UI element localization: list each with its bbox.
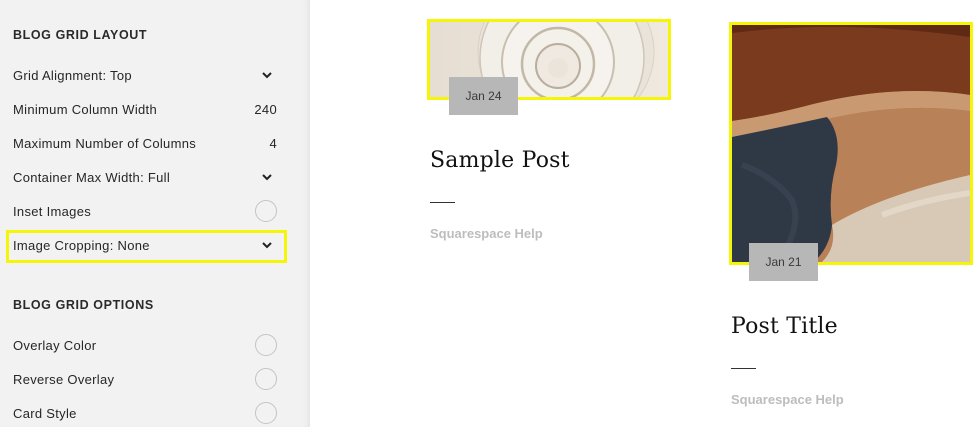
- blog-grid-settings-panel: BLOG GRID LAYOUT Grid Alignment: Top Min…: [0, 0, 310, 427]
- overlay-color-toggle[interactable]: [255, 334, 277, 356]
- post-title-post-title[interactable]: Post Title: [731, 314, 838, 339]
- clay-pot-image: [732, 25, 970, 262]
- maximum-columns-value[interactable]: 4: [269, 136, 277, 151]
- overlay-color-toggle-row[interactable]: Overlay Color: [13, 334, 277, 356]
- reverse-overlay-toggle[interactable]: [255, 368, 277, 390]
- blog-grid-layout-heading: BLOG GRID LAYOUT: [13, 28, 148, 42]
- grid-alignment-select[interactable]: Grid Alignment: Top: [13, 64, 277, 86]
- inset-images-toggle-row[interactable]: Inset Images: [13, 200, 277, 222]
- minimum-column-width-label: Minimum Column Width: [13, 101, 157, 117]
- reverse-overlay-label: Reverse Overlay: [13, 371, 115, 387]
- maximum-columns-label: Maximum Number of Columns: [13, 135, 197, 151]
- chevron-down-icon: [261, 239, 273, 251]
- minimum-column-width-field[interactable]: Minimum Column Width 240: [13, 98, 277, 120]
- inset-images-toggle[interactable]: [255, 200, 277, 222]
- card-style-label: Card Style: [13, 405, 77, 421]
- chevron-down-icon: [261, 171, 273, 183]
- overlay-color-label: Overlay Color: [13, 337, 97, 353]
- card-style-toggle[interactable]: [255, 402, 277, 424]
- post-date-badge: Jan 24: [449, 77, 518, 115]
- blog-grid-options-heading: BLOG GRID OPTIONS: [13, 298, 154, 312]
- post-date-badge: Jan 21: [749, 243, 818, 281]
- container-max-width-label: Container Max Width: Full: [13, 169, 171, 185]
- post-excerpt[interactable]: Squarespace Help: [430, 226, 543, 241]
- post-image-post-title[interactable]: [732, 25, 970, 262]
- inset-images-label: Inset Images: [13, 203, 92, 219]
- chevron-down-icon: [261, 69, 273, 81]
- post-title-sample-post[interactable]: Sample Post: [430, 148, 570, 173]
- post-excerpt[interactable]: Squarespace Help: [731, 392, 844, 407]
- reverse-overlay-toggle-row[interactable]: Reverse Overlay: [13, 368, 277, 390]
- image-cropping-label: Image Cropping: None: [13, 237, 150, 253]
- grid-alignment-label: Grid Alignment: Top: [13, 67, 132, 83]
- post-divider: [430, 202, 455, 203]
- post-divider: [731, 368, 756, 369]
- image-cropping-select[interactable]: Image Cropping: None: [13, 234, 277, 256]
- container-max-width-select[interactable]: Container Max Width: Full: [13, 166, 277, 188]
- minimum-column-width-value[interactable]: 240: [254, 102, 277, 117]
- card-style-toggle-row[interactable]: Card Style: [13, 402, 277, 424]
- maximum-columns-field[interactable]: Maximum Number of Columns 4: [13, 132, 277, 154]
